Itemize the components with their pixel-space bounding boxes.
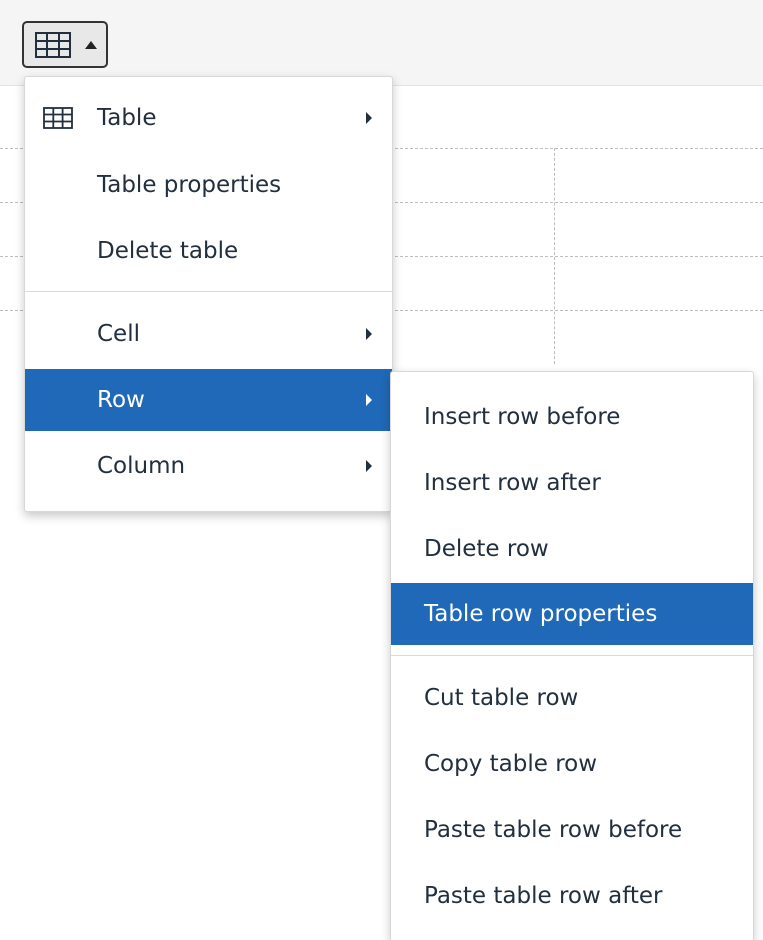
menu-item-insert-row-before[interactable]: Insert row before (391, 386, 753, 448)
menu-item-column[interactable]: Column (25, 435, 392, 497)
menu-item-label: Cell (97, 321, 140, 347)
menu-item-label: Insert row after (424, 470, 601, 496)
caret-up-icon (85, 41, 97, 49)
table-menu: Table Table properties Delete table Cell… (24, 76, 393, 512)
chevron-right-icon (366, 394, 372, 406)
menu-item-table-properties[interactable]: Table properties (25, 154, 392, 216)
chevron-right-icon (366, 328, 372, 340)
menu-item-label: Paste table row after (424, 883, 663, 909)
menu-item-label: Table (97, 105, 157, 131)
menu-item-label: Table properties (97, 172, 282, 198)
menu-item-label: Insert row before (424, 404, 621, 430)
menu-separator (25, 291, 392, 292)
table-icon (35, 32, 71, 62)
menu-item-delete-table[interactable]: Delete table (25, 220, 392, 282)
menu-item-label: Cut table row (424, 685, 579, 711)
menu-item-cut-table-row[interactable]: Cut table row (391, 667, 753, 729)
menu-item-label: Paste table row before (424, 817, 683, 843)
chevron-right-icon (366, 460, 372, 472)
row-submenu: Insert row before Insert row after Delet… (390, 371, 754, 940)
menu-item-label: Row (97, 387, 145, 413)
editor-toolbar (0, 0, 763, 86)
menu-item-delete-row[interactable]: Delete row (391, 518, 753, 580)
menu-item-paste-table-row-after[interactable]: Paste table row after (391, 865, 753, 927)
menu-item-paste-table-row-before[interactable]: Paste table row before (391, 799, 753, 861)
menu-separator (391, 655, 753, 656)
menu-item-insert-row-after[interactable]: Insert row after (391, 452, 753, 514)
menu-item-label: Delete row (424, 536, 549, 562)
chevron-right-icon (366, 112, 372, 124)
menu-item-table[interactable]: Table (25, 87, 392, 149)
menu-item-row[interactable]: Row (25, 369, 392, 431)
menu-item-label: Delete table (97, 238, 239, 264)
table-icon (43, 107, 73, 133)
table-menu-button[interactable] (22, 21, 108, 68)
menu-item-label: Table row properties (424, 601, 658, 627)
menu-item-cell[interactable]: Cell (25, 303, 392, 365)
menu-item-label: Copy table row (424, 751, 598, 777)
menu-item-table-row-properties[interactable]: Table row properties (391, 583, 753, 645)
menu-item-label: Column (97, 453, 186, 479)
table-gridline (554, 148, 555, 364)
menu-item-copy-table-row[interactable]: Copy table row (391, 733, 753, 795)
